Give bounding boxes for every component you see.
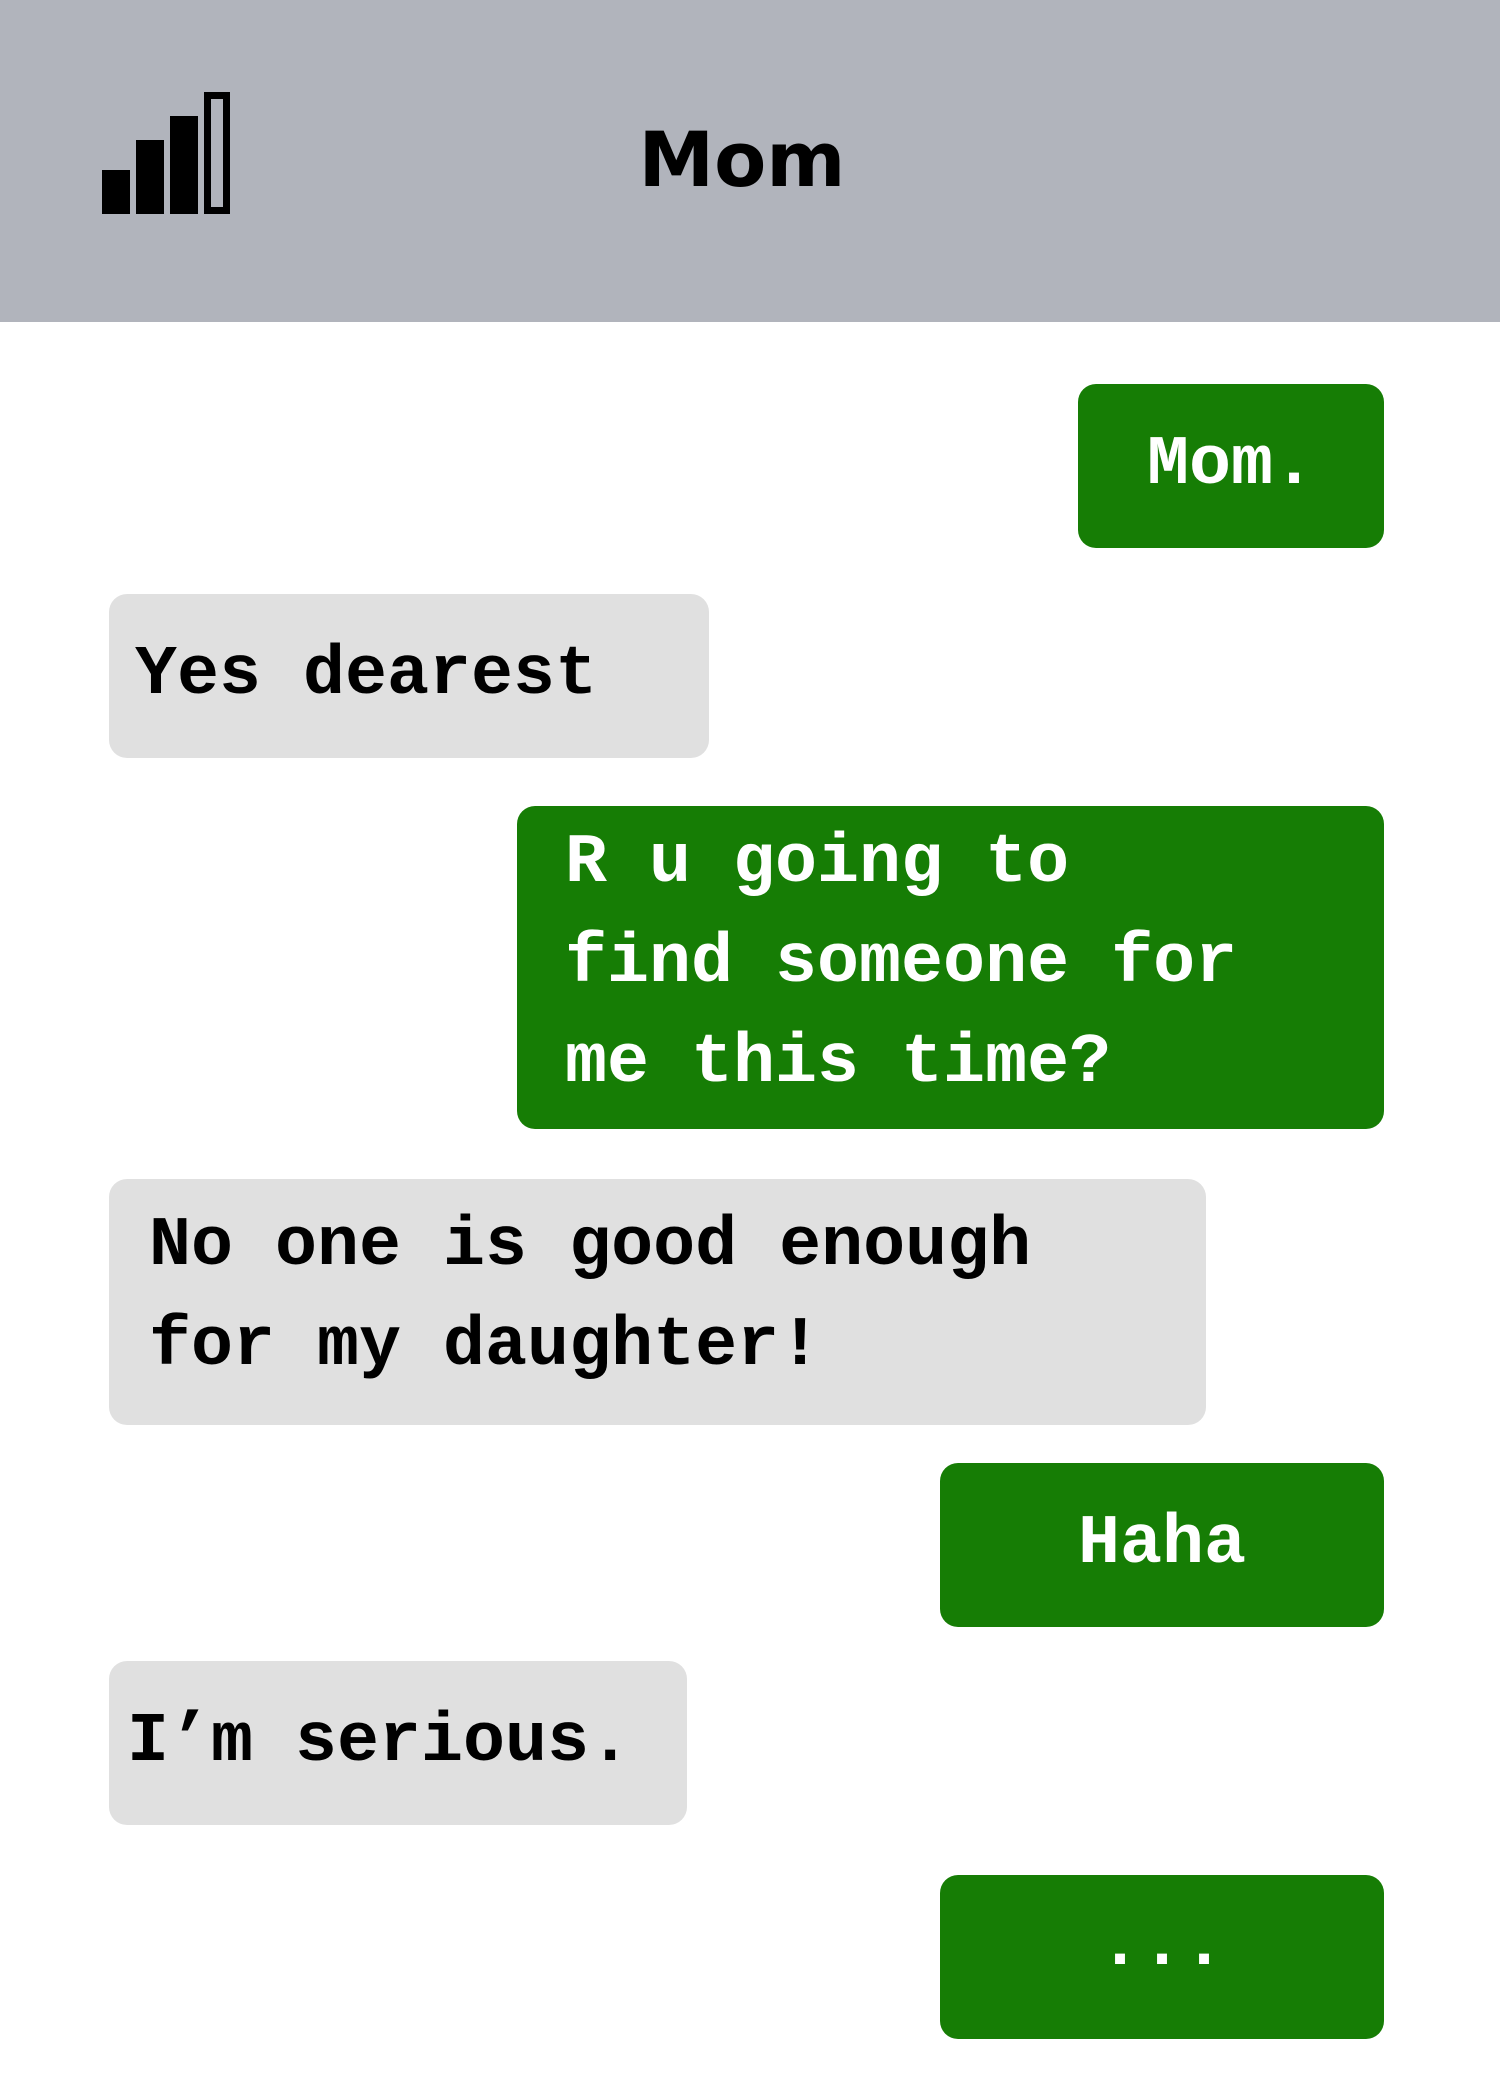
sent-message: Haha [940, 1463, 1384, 1627]
sent-message: R u going to find someone for me this ti… [517, 806, 1384, 1129]
sent-message: ... [940, 1875, 1384, 2039]
contact-name: Mom [638, 115, 846, 204]
chat-header: Mom [0, 0, 1500, 322]
received-message: No one is good enough for my daughter! [109, 1179, 1206, 1425]
received-message: Yes dearest [109, 594, 709, 758]
sent-message: Mom. [1078, 384, 1384, 548]
received-message: I’m serious. [109, 1661, 687, 1825]
